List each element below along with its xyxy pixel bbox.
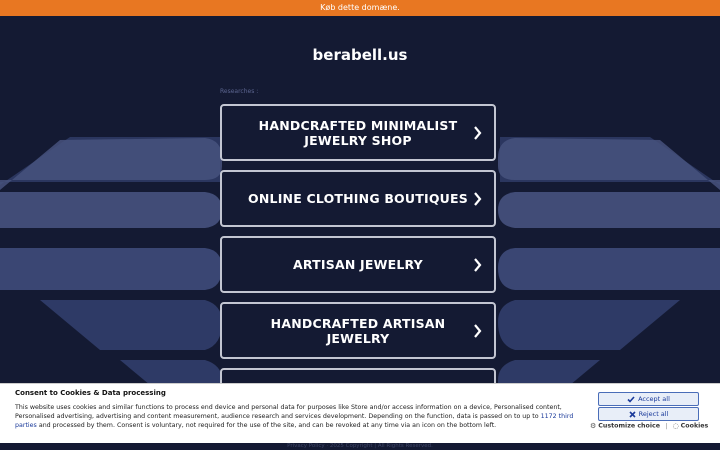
- check-icon: [627, 395, 635, 403]
- close-icon: [629, 410, 636, 418]
- cookie-icon: ◌: [672, 422, 679, 430]
- customize-choice-link[interactable]: Customize choice: [598, 423, 660, 430]
- link-online-clothing-boutiques[interactable]: ONLINE CLOTHING BOUTIQUES: [220, 170, 496, 227]
- chevron-right-icon: [474, 191, 482, 206]
- consent-title: Consent to Cookies & Data processing: [15, 389, 166, 397]
- domain-title: berabell.us: [312, 46, 408, 64]
- consent-description: This website uses cookies and similar fu…: [15, 403, 585, 430]
- consent-text-before: This website uses cookies and similar fu…: [15, 404, 562, 420]
- footer-text: Privacy Policy · 2025 Copyright | All Ri…: [287, 443, 433, 449]
- researches-label: Researches :: [220, 88, 259, 95]
- chevron-right-icon: [474, 257, 482, 272]
- consent-text-after: and processed by them. Consent is volunt…: [36, 422, 497, 429]
- link-label: ARTISAN JEWELRY: [293, 257, 423, 272]
- link-label: ONLINE CLOTHING BOUTIQUES: [248, 191, 468, 206]
- reject-all-label: Reject all: [638, 410, 669, 418]
- link-handcrafted-artisan-jewelry[interactable]: HANDCRAFTED ARTISAN JEWELRY: [220, 302, 496, 359]
- reject-all-button[interactable]: Reject all: [598, 407, 699, 421]
- separator: |: [665, 422, 668, 430]
- accept-all-label: Accept all: [638, 395, 670, 403]
- chevron-right-icon: [474, 125, 482, 140]
- link-artisan-jewelry[interactable]: ARTISAN JEWELRY: [220, 236, 496, 293]
- link-handcrafted-minimalist-jewelry-shop[interactable]: HANDCRAFTED MINIMALIST JEWELRY SHOP: [220, 104, 496, 161]
- link-label: HANDCRAFTED ARTISAN JEWELRY: [270, 315, 446, 346]
- gear-icon: ⚙: [590, 422, 597, 430]
- link-label: HANDCRAFTED MINIMALIST JEWELRY SHOP: [258, 117, 458, 148]
- cookies-link[interactable]: Cookies: [681, 423, 709, 430]
- consent-secondary-links: ⚙ Customize choice | ◌ Cookies: [590, 422, 708, 430]
- cookie-consent-banner: Consent to Cookies & Data processing Thi…: [0, 383, 720, 443]
- accept-all-button[interactable]: Accept all: [598, 392, 699, 406]
- chevron-right-icon: [474, 323, 482, 338]
